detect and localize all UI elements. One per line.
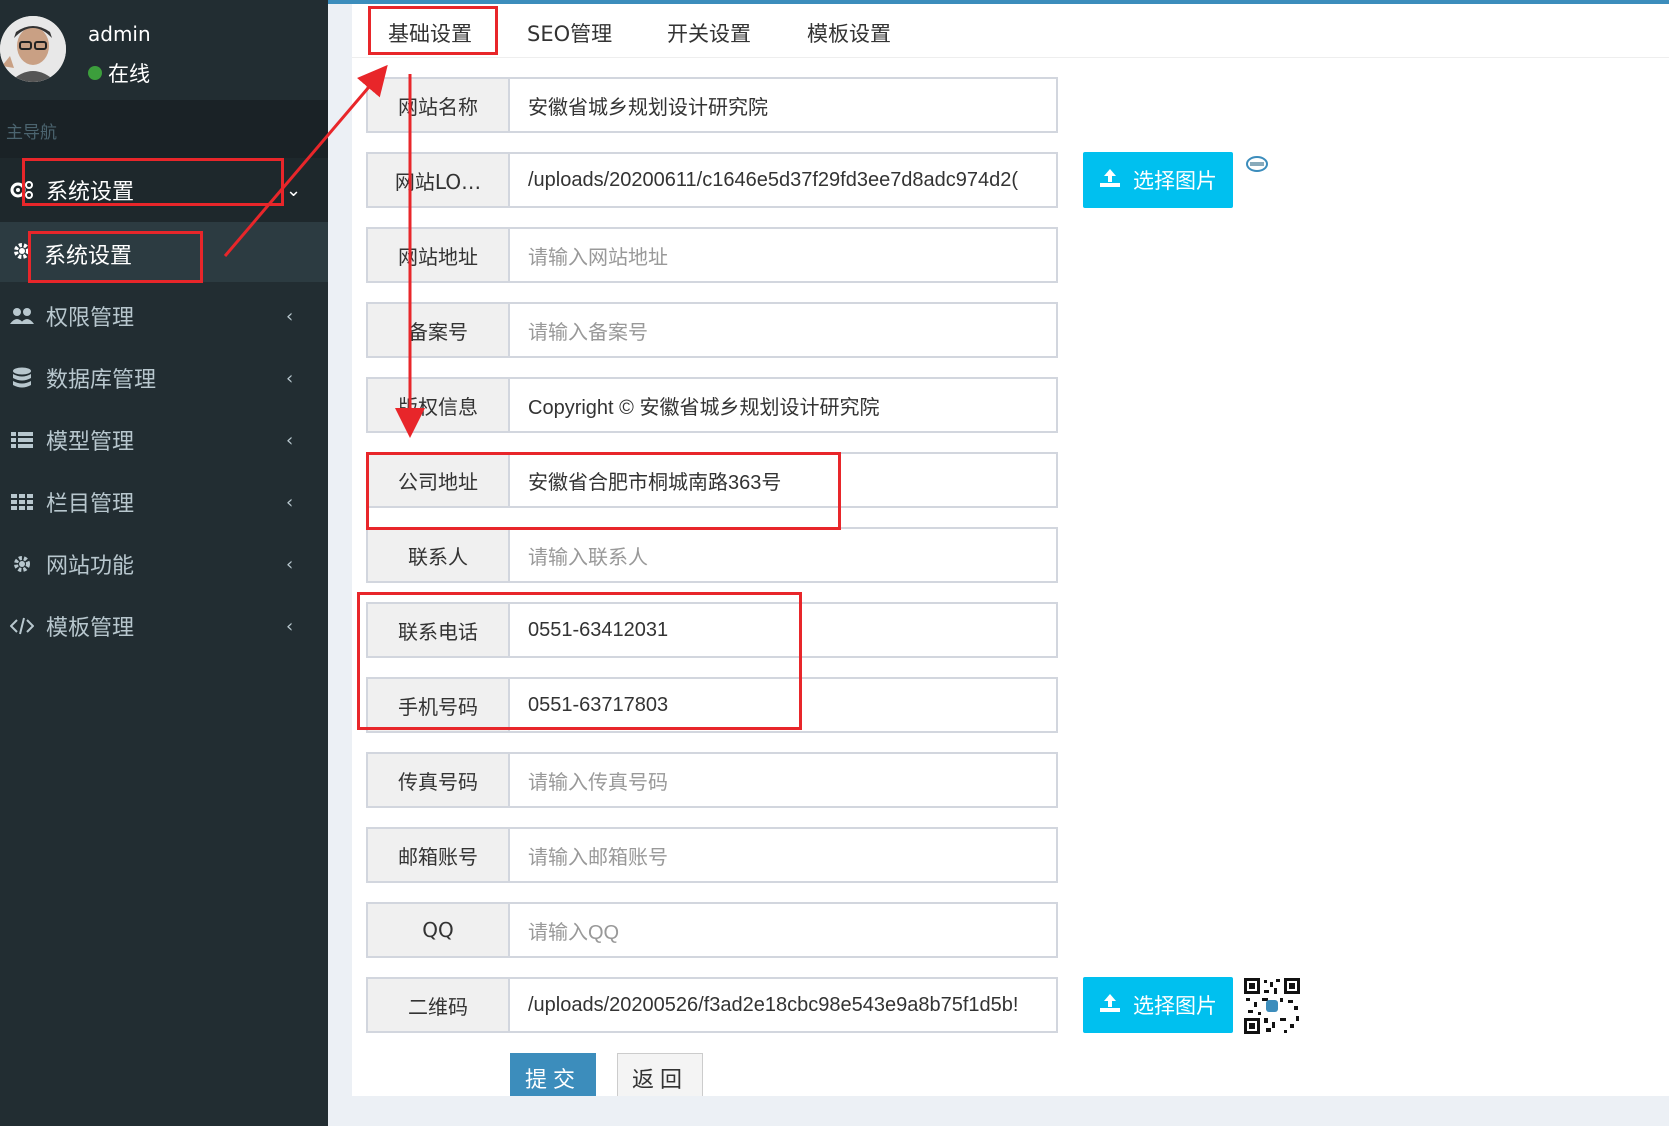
site-logo-input[interactable]: /uploads/20200611/c1646e5d37f29fd3ee7d8a… <box>512 154 1056 206</box>
upload-icon <box>1099 993 1121 1018</box>
field-label: 二维码 <box>368 979 510 1031</box>
settings-tabs: 基础设置 SEO管理 开关设置 模板设置 <box>352 4 1669 58</box>
list-icon <box>10 428 34 452</box>
form-row-email: 邮箱账号 请输入邮箱账号 <box>366 827 1058 883</box>
nav-header: 主导航 <box>0 100 328 158</box>
sidebar-item-label: 栏目管理 <box>46 492 135 517</box>
copyright-input[interactable]: Copyright © 安徽省城乡规划设计研究院 <box>512 379 1056 431</box>
site-url-input[interactable]: 请输入网站地址 <box>512 229 1056 281</box>
form-row-qq: QQ 请输入QQ <box>366 902 1058 958</box>
chevron-left-icon: ‹ <box>286 367 294 389</box>
qrcode-input[interactable]: /uploads/20200526/f3ad2e18cbc98e543e9a8b… <box>512 979 1056 1031</box>
avatar[interactable] <box>0 16 66 82</box>
form-row-fax: 传真号码 请输入传真号码 <box>366 752 1058 808</box>
annotation-box-phones <box>357 592 802 730</box>
icp-input[interactable]: 请输入备案号 <box>512 304 1056 356</box>
chevron-left-icon: ‹ <box>286 491 294 513</box>
gear-icon <box>10 552 34 576</box>
field-label: 网站LO… <box>368 154 510 206</box>
email-input[interactable]: 请输入邮箱账号 <box>512 829 1056 881</box>
contact-input[interactable]: 请输入联系人 <box>512 529 1056 581</box>
sidebar-item-label: 网站功能 <box>46 554 135 579</box>
sidebar-item-permissions[interactable]: 权限管理 ‹ <box>0 284 328 348</box>
annotation-box-submenu <box>28 231 203 283</box>
field-label: 版权信息 <box>368 379 510 431</box>
chevron-left-icon: ‹ <box>286 615 294 637</box>
annotation-box-tab <box>368 6 498 55</box>
sidebar-item-label: 模板管理 <box>46 616 135 641</box>
sidebar-item-site-features[interactable]: 网站功能 ‹ <box>0 532 328 596</box>
form-row-site-url: 网站地址 请输入网站地址 <box>366 227 1058 283</box>
sidebar-item-columns[interactable]: 栏目管理 ‹ <box>0 470 328 534</box>
field-label: 联系人 <box>368 529 510 581</box>
logo-preview-image <box>1246 155 1268 173</box>
tab-switches[interactable]: 开关设置 <box>667 18 751 48</box>
qrcode-upload-button[interactable]: 选择图片 <box>1083 977 1233 1033</box>
site-name-input[interactable]: 安徽省城乡规划设计研究院 <box>512 79 1056 131</box>
page-footer-band <box>328 1096 1669 1126</box>
field-label: 备案号 <box>368 304 510 356</box>
form-row-site-name: 网站名称 安徽省城乡规划设计研究院 <box>366 77 1058 133</box>
field-label: QQ <box>368 904 510 956</box>
form-row-contact: 联系人 请输入联系人 <box>366 527 1058 583</box>
field-label: 邮箱账号 <box>368 829 510 881</box>
users-icon <box>10 304 34 328</box>
tab-templates[interactable]: 模板设置 <box>807 18 891 48</box>
sidebar-item-label: 模型管理 <box>46 430 135 455</box>
online-dot-icon <box>88 66 102 80</box>
database-icon <box>10 366 34 390</box>
sidebar-item-models[interactable]: 模型管理 ‹ <box>0 408 328 472</box>
logo-upload-button[interactable]: 选择图片 <box>1083 152 1233 208</box>
chevron-down-icon: ⌄ <box>286 179 302 201</box>
form-row-site-logo: 网站LO… /uploads/20200611/c1646e5d37f29fd3… <box>366 152 1058 208</box>
chevron-left-icon: ‹ <box>286 305 294 327</box>
grid-icon <box>10 490 34 514</box>
upload-label: 选择图片 <box>1133 994 1217 1018</box>
annotation-box-address <box>366 452 841 530</box>
qq-input[interactable]: 请输入QQ <box>512 904 1056 956</box>
field-label: 网站名称 <box>368 79 510 131</box>
code-icon <box>10 614 34 638</box>
form-row-copyright: 版权信息 Copyright © 安徽省城乡规划设计研究院 <box>366 377 1058 433</box>
upload-label: 选择图片 <box>1133 169 1217 193</box>
sidebar-item-database[interactable]: 数据库管理 ‹ <box>0 346 328 410</box>
upload-icon <box>1099 168 1121 193</box>
annotation-box-menu <box>22 158 284 206</box>
field-label: 网站地址 <box>368 229 510 281</box>
qrcode-preview-image <box>1244 978 1300 1034</box>
user-status: 在线 <box>88 58 150 88</box>
form-row-icp: 备案号 请输入备案号 <box>366 302 1058 358</box>
chevron-left-icon: ‹ <box>286 553 294 575</box>
fax-input[interactable]: 请输入传真号码 <box>512 754 1056 806</box>
form-row-qrcode: 二维码 /uploads/20200526/f3ad2e18cbc98e543e… <box>366 977 1058 1033</box>
user-status-text: 在线 <box>108 62 150 86</box>
sidebar-item-label: 权限管理 <box>46 306 135 331</box>
user-name: admin <box>88 22 151 46</box>
user-panel: admin 在线 <box>0 0 328 100</box>
sidebar-item-label: 数据库管理 <box>46 368 157 393</box>
sidebar-item-templates[interactable]: 模板管理 ‹ <box>0 594 328 658</box>
chevron-left-icon: ‹ <box>286 429 294 451</box>
field-label: 传真号码 <box>368 754 510 806</box>
tab-seo[interactable]: SEO管理 <box>527 18 612 48</box>
